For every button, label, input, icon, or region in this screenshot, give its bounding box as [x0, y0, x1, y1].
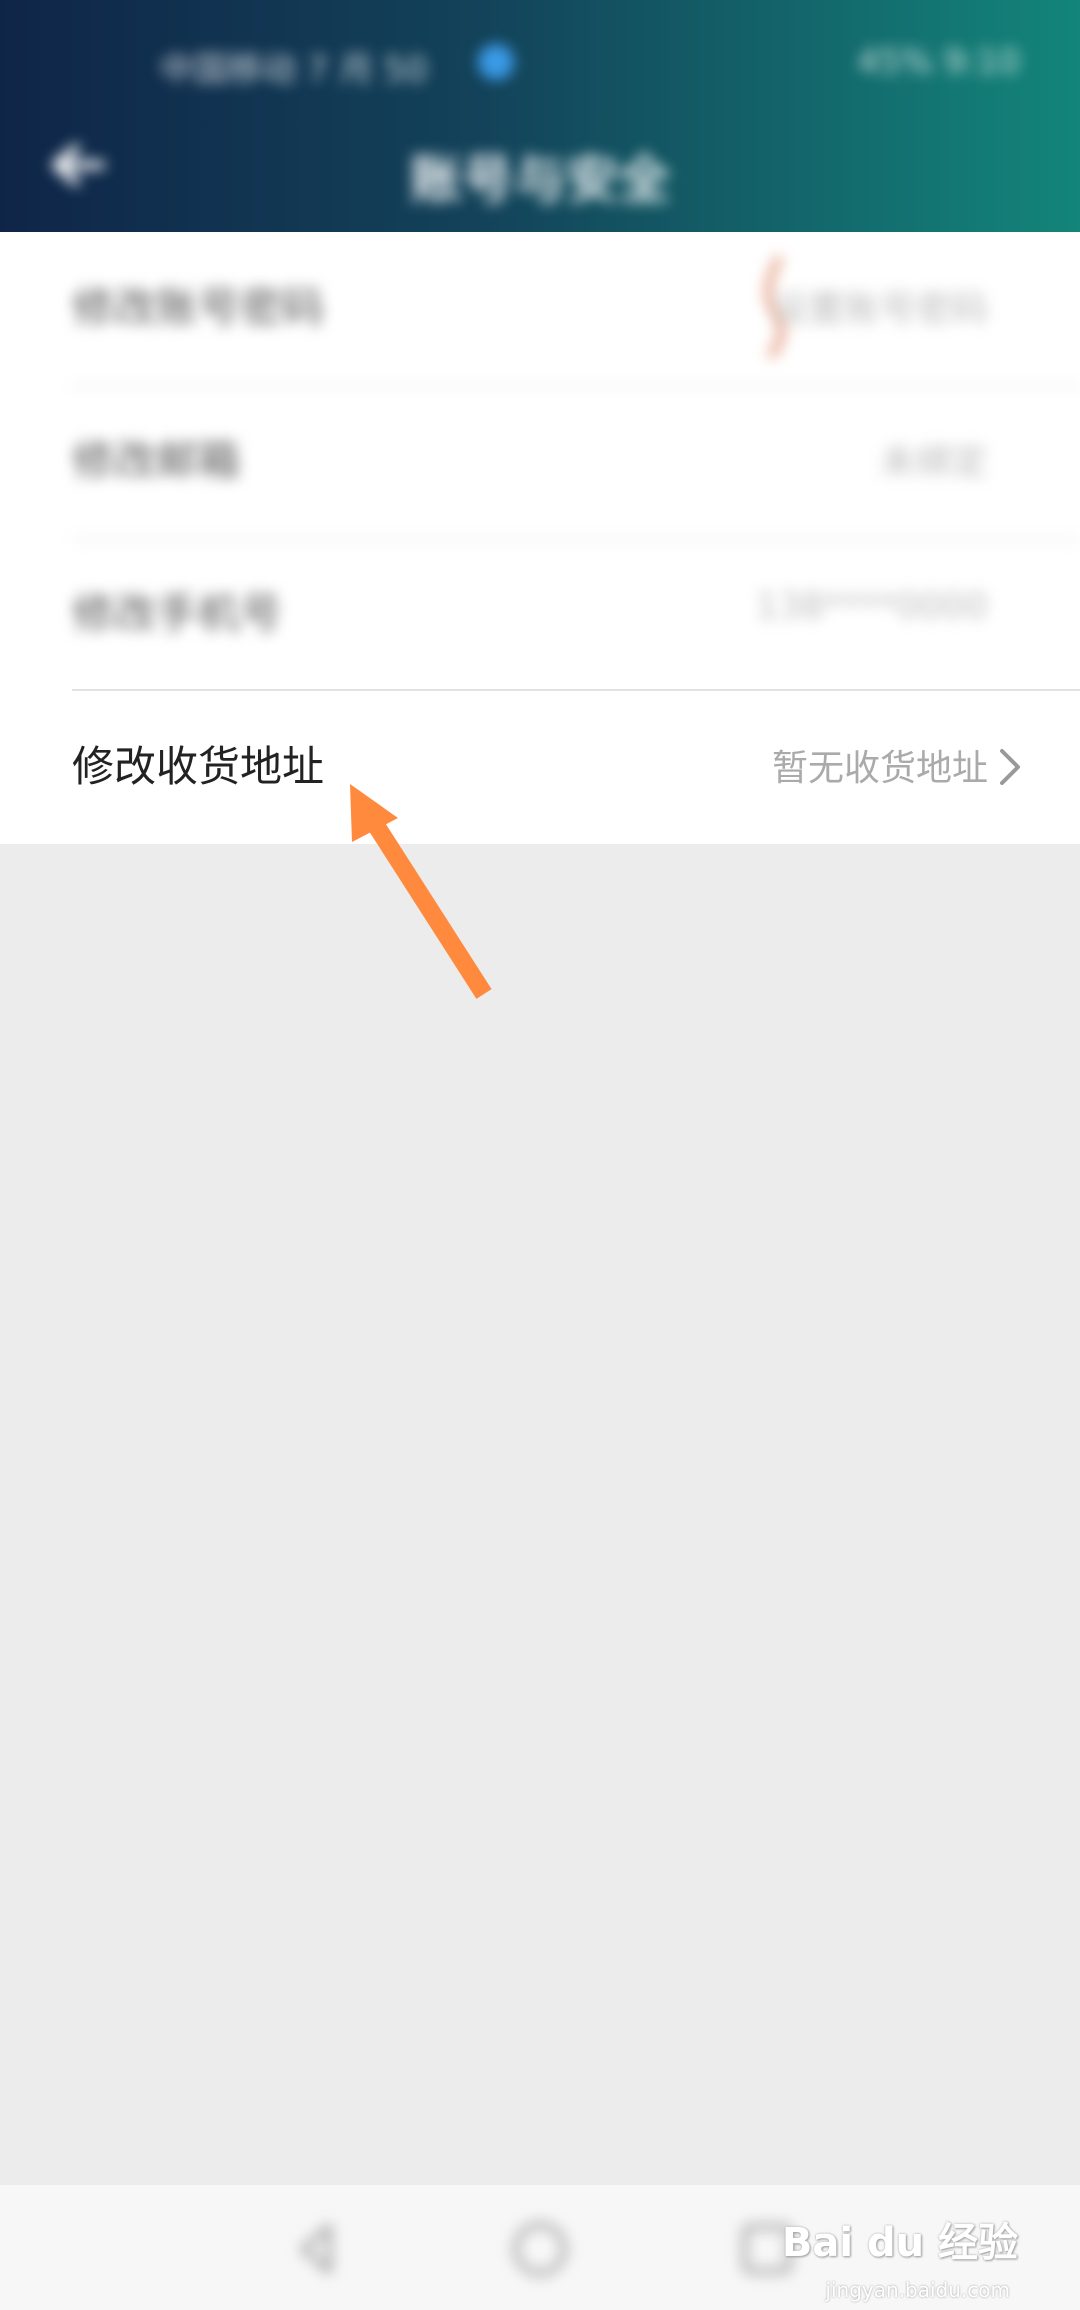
settings-list: 修改账号密码 设置账号密码 修改邮箱 未绑定 修改手机号 138****0000…	[0, 232, 1080, 844]
row-label: 修改收货地址	[72, 742, 325, 791]
row-value: 设置账号密码	[771, 289, 988, 330]
nav-back-icon[interactable]	[285, 2217, 349, 2281]
row-label: 修改手机号	[72, 589, 283, 638]
carrier-text: 中国移动 7 月 50	[160, 50, 428, 90]
row-change-email[interactable]: 修改邮箱 未绑定	[0, 385, 1080, 538]
row-change-phone[interactable]: 修改手机号 138****0000	[0, 538, 1080, 691]
row-label: 修改账号密码	[72, 283, 325, 332]
row-change-address[interactable]: 修改收货地址 暂无收货地址	[0, 691, 1080, 844]
annotation-arrow-icon	[350, 784, 492, 999]
notification-icon	[478, 44, 514, 80]
baidu-watermark: Bai du 经验	[781, 2220, 1018, 2266]
nav-home-icon[interactable]	[508, 2217, 572, 2281]
chevron-right-icon	[1000, 749, 1020, 785]
row-value: 138****0000	[755, 586, 988, 627]
row-value: 未绑定	[879, 442, 988, 483]
row-change-password[interactable]: 修改账号密码 设置账号密码	[0, 232, 1080, 385]
app-header: 中国移动 7 月 50 45% 9:10 账号与安全	[0, 0, 1080, 232]
watermark-url: jingyan.baidu.com	[825, 2278, 1010, 2302]
system-nav-bar: Bai du 经验 jingyan.baidu.com	[0, 2185, 1080, 2310]
battery-time-text: 45% 9:10	[857, 42, 1020, 82]
row-label: 修改邮箱	[72, 436, 241, 485]
page-title: 账号与安全	[409, 151, 670, 211]
row-value: 暂无收货地址	[771, 748, 988, 789]
